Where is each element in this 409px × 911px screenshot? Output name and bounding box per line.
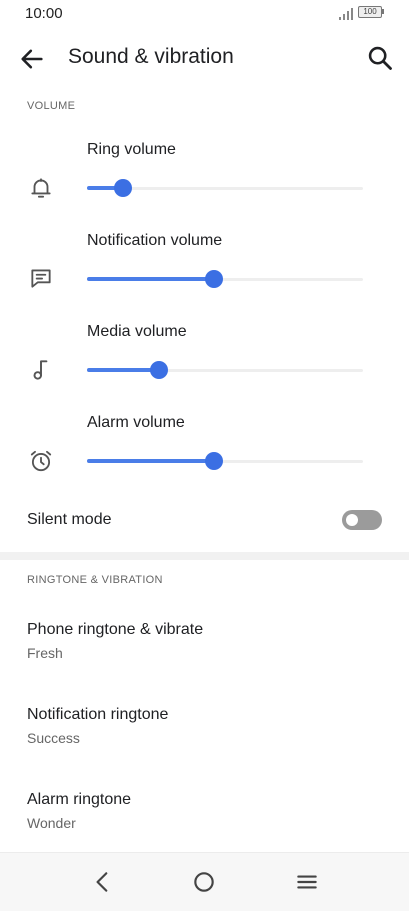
pref-summary: Fresh xyxy=(27,645,63,661)
slider-thumb[interactable] xyxy=(113,179,132,197)
app-bar: Sound & vibration xyxy=(0,34,409,82)
status-time: 10:00 xyxy=(25,5,63,22)
pref-title: Alarm ringtone xyxy=(27,791,132,808)
alarm-ringtone-item[interactable]: Alarm ringtone Wonder xyxy=(0,791,409,861)
battery-tip xyxy=(382,9,384,14)
notification-volume-slider[interactable] xyxy=(87,269,363,289)
silent-mode-toggle[interactable] xyxy=(342,510,382,530)
ring-volume-slider[interactable] xyxy=(87,178,363,198)
volume-section-header: VOLUME xyxy=(27,100,76,112)
slider-thumb[interactable] xyxy=(204,452,223,470)
alarm-clock-icon xyxy=(30,450,52,472)
nav-menu-icon[interactable] xyxy=(294,869,320,895)
message-icon xyxy=(31,269,51,288)
silent-mode-row[interactable]: Silent mode xyxy=(0,497,409,545)
silent-mode-label: Silent mode xyxy=(27,511,112,528)
media-volume-slider[interactable] xyxy=(87,360,363,380)
music-note-icon xyxy=(33,360,48,380)
section-divider xyxy=(0,552,409,560)
search-icon[interactable] xyxy=(366,44,394,72)
alarm-volume-label: Alarm volume xyxy=(87,414,185,431)
arrow-left-icon[interactable] xyxy=(18,45,46,73)
pref-title: Phone ringtone & vibrate xyxy=(27,621,204,638)
slider-fill xyxy=(87,368,159,372)
ring-volume-label: Ring volume xyxy=(87,141,176,158)
slider-thumb[interactable] xyxy=(204,270,223,288)
ringtone-section-header: RINGTONE & VIBRATION xyxy=(27,574,163,586)
nav-back-icon[interactable] xyxy=(90,869,116,895)
battery-icon: 100 xyxy=(358,6,382,18)
pref-summary: Success xyxy=(27,730,80,746)
pref-summary: Wonder xyxy=(27,815,76,831)
pref-title: Notification ringtone xyxy=(27,706,169,723)
slider-fill xyxy=(87,277,214,281)
nav-home-icon[interactable] xyxy=(191,869,217,895)
battery-level: 100 xyxy=(363,7,377,16)
media-volume-label: Media volume xyxy=(87,323,187,340)
alarm-volume-slider[interactable] xyxy=(87,451,363,471)
page-title: Sound & vibration xyxy=(68,45,234,68)
bell-icon xyxy=(31,178,51,198)
signal-icon xyxy=(339,8,353,20)
status-bar: 10:00 100 xyxy=(0,0,409,28)
slider-fill xyxy=(87,459,214,463)
notification-ringtone-item[interactable]: Notification ringtone Success xyxy=(0,706,409,776)
phone-ringtone-item[interactable]: Phone ringtone & vibrate Fresh xyxy=(0,621,409,691)
slider-thumb[interactable] xyxy=(149,361,168,379)
navigation-bar xyxy=(0,852,409,911)
notification-volume-label: Notification volume xyxy=(87,232,223,249)
toggle-knob xyxy=(346,514,358,526)
